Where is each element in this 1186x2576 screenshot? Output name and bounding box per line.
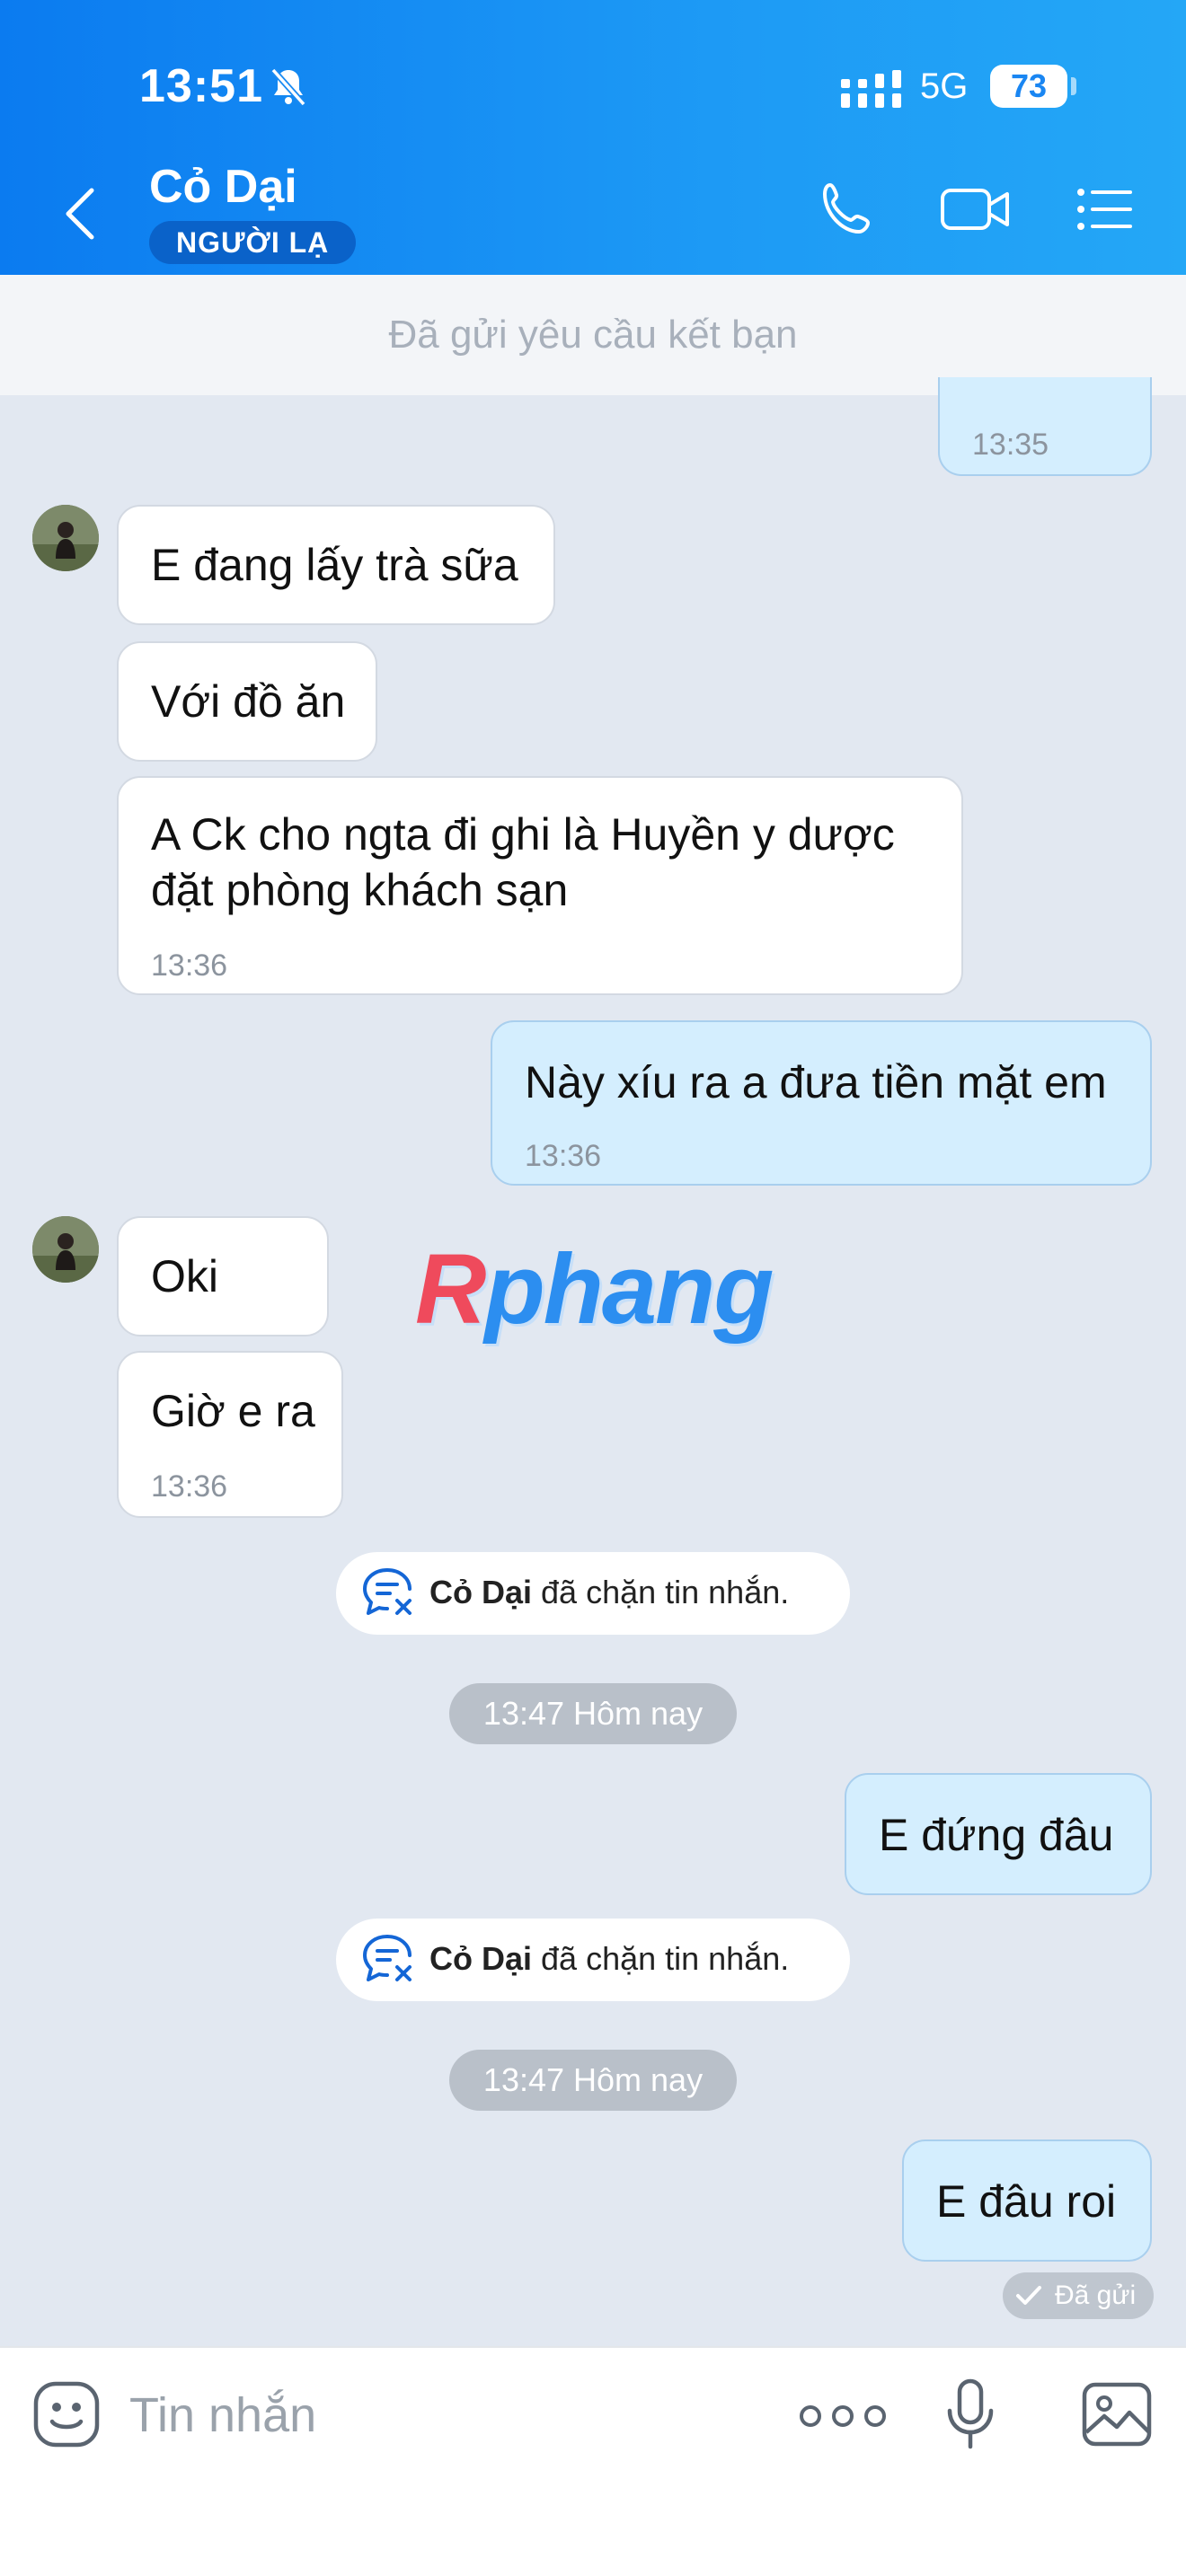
sent-status-text: Đã gửi [1055, 2280, 1137, 2310]
watermark: Rphang [415, 1234, 774, 1345]
message-bubble-incoming[interactable]: Oki [117, 1216, 329, 1337]
call-icon[interactable] [818, 180, 877, 239]
message-input[interactable] [129, 2384, 758, 2447]
message-text: Giờ e ra [151, 1386, 315, 1436]
avatar[interactable] [32, 505, 99, 571]
blocked-notice-text: Cỏ Dại đã chặn tin nhắn. [429, 1574, 790, 1610]
message-bubble-outgoing[interactable]: E đứng đâu [845, 1773, 1152, 1895]
message-text: Với đồ ăn [151, 676, 346, 727]
check-icon [1016, 2286, 1041, 2305]
blocked-message-icon [363, 1568, 412, 1615]
blocked-message-icon [363, 1935, 412, 1981]
battery-tip [1071, 77, 1076, 95]
message-bubble-outgoing[interactable]: 13:35 [938, 377, 1152, 476]
message-text: E đứng đâu [879, 1810, 1114, 1860]
message-time: 13:36 [151, 1469, 228, 1504]
more-icon[interactable] [798, 2404, 888, 2429]
message-bubble-incoming[interactable]: A Ck cho ngta đi ghi là Huyền y dược đặt… [117, 776, 963, 995]
bell-off-icon [270, 67, 306, 107]
message-text: A Ck cho ngta đi ghi là Huyền y dược [151, 809, 895, 860]
blocked-notice-text: Cỏ Dại đã chặn tin nhắn. [429, 1940, 790, 1977]
signal-icon [841, 70, 901, 108]
network-type: 5G [920, 66, 969, 106]
message-bubble-incoming[interactable]: E đang lấy trà sữa [117, 505, 555, 625]
status-time: 13:51 [139, 60, 263, 112]
message-time: 13:35 [972, 428, 1049, 462]
emoji-icon[interactable] [32, 2380, 101, 2448]
time-divider: 13:47 Hôm nay [449, 2050, 737, 2111]
chat-header: 13:51 5G 73 Cỏ Dại NGƯỜI LẠ [0, 0, 1186, 275]
stranger-badge: NGƯỜI LẠ [149, 221, 357, 264]
mic-icon[interactable] [945, 2378, 996, 2450]
composer-bar [0, 2346, 1186, 2576]
blocked-notice: Cỏ Dại đã chặn tin nhắn. [336, 1919, 850, 2001]
blocked-notice: Cỏ Dại đã chặn tin nhắn. [336, 1552, 850, 1635]
message-time: 13:36 [525, 1139, 602, 1173]
menu-list-icon[interactable] [1075, 180, 1134, 239]
message-text: E đâu roi [936, 2176, 1117, 2227]
contact-name[interactable]: Cỏ Dại [149, 160, 297, 214]
message-text: Oki [151, 1251, 218, 1301]
message-bubble-outgoing[interactable]: Này xíu ra a đưa tiền mặt em 13:36 [491, 1020, 1152, 1186]
message-bubble-incoming[interactable]: Giờ e ra 13:36 [117, 1351, 343, 1518]
message-bubble-outgoing[interactable]: E đâu roi [902, 2139, 1152, 2262]
message-text: E đang lấy trà sữa [151, 540, 518, 590]
message-text: Này xíu ra a đưa tiền mặt em [525, 1057, 1107, 1107]
back-icon[interactable] [59, 185, 102, 243]
time-divider: 13:47 Hôm nay [449, 1683, 737, 1744]
image-icon[interactable] [1082, 2382, 1152, 2447]
message-bubble-incoming[interactable]: Với đồ ăn [117, 641, 377, 762]
message-text: đặt phòng khách sạn [151, 865, 569, 915]
message-time: 13:36 [151, 948, 228, 983]
sent-status-badge: Đã gửi [1003, 2272, 1154, 2319]
video-call-icon[interactable] [940, 180, 1012, 239]
battery-level: 73 [990, 65, 1067, 108]
avatar[interactable] [32, 1216, 99, 1283]
